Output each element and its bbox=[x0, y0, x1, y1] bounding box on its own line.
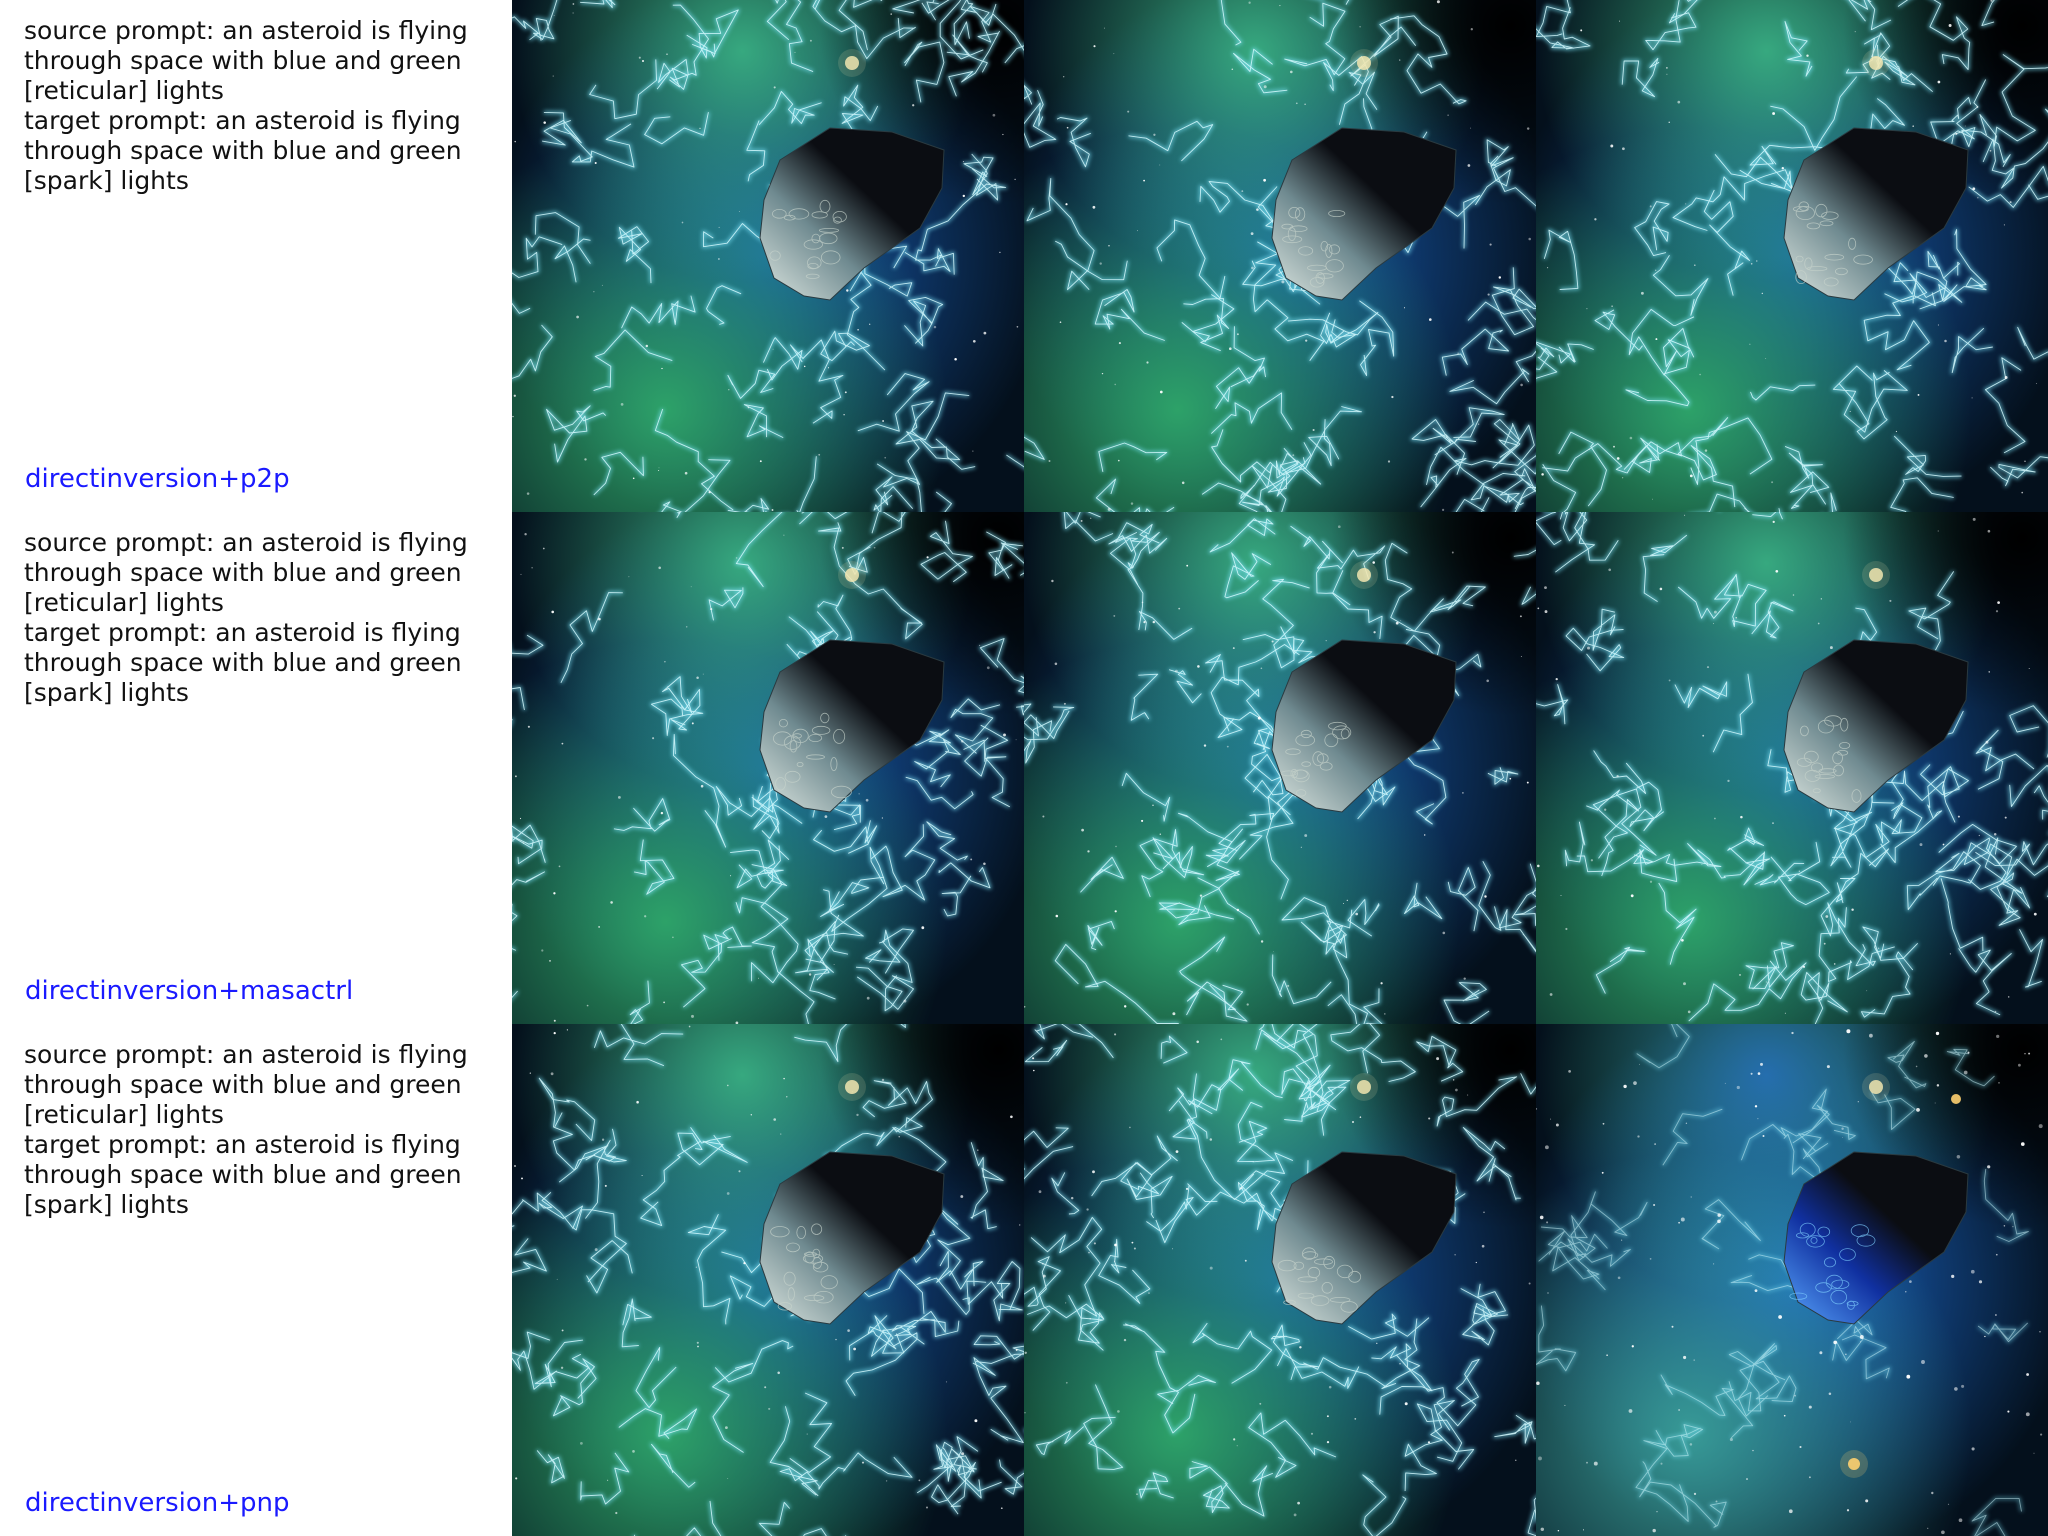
target-prompt: target prompt: an asteroid is flying thr… bbox=[24, 106, 470, 195]
prompt-text: source prompt: an asteroid is flying thr… bbox=[24, 16, 480, 196]
reconstruction-image: asteroid in blue and green nebula bbox=[1024, 1024, 1536, 1536]
prompt-text: source prompt: an asteroid is flying thr… bbox=[24, 528, 480, 708]
comparison-grid: source prompt: an asteroid is flying thr… bbox=[0, 0, 2048, 1536]
method-label: directinversion+p2p bbox=[25, 464, 290, 494]
source-prompt: source prompt: an asteroid is flying thr… bbox=[24, 528, 476, 617]
source-image: asteroid in blue and green nebula with r… bbox=[512, 0, 1024, 512]
comparison-row-1: source prompt: an asteroid is flying thr… bbox=[0, 0, 2048, 512]
row-caption: source prompt: an asteroid is flying thr… bbox=[0, 512, 512, 1024]
edited-image: asteroid in blue and green nebula bbox=[1536, 512, 2048, 1024]
reconstruction-image: asteroid in blue and green nebula bbox=[1024, 512, 1536, 1024]
target-prompt: target prompt: an asteroid is flying thr… bbox=[24, 618, 470, 707]
comparison-row-2: source prompt: an asteroid is flying thr… bbox=[0, 512, 2048, 1024]
row-caption: source prompt: an asteroid is flying thr… bbox=[0, 1024, 512, 1536]
target-prompt: target prompt: an asteroid is flying thr… bbox=[24, 1130, 470, 1219]
nebula-scene: asteroid in blue and green nebula with r… bbox=[512, 512, 1024, 1024]
nebula-scene: asteroid in blue and green nebula bbox=[1536, 512, 2048, 1024]
nebula-scene: asteroid in blue and green nebula bbox=[1024, 1024, 1536, 1536]
source-image: asteroid in blue and green nebula with r… bbox=[512, 512, 1024, 1024]
nebula-scene: asteroid in blue and green nebula with r… bbox=[512, 0, 1024, 512]
comparison-row-3: source prompt: an asteroid is flying thr… bbox=[0, 1024, 2048, 1536]
nebula-scene: asteroid in blue and green nebula with r… bbox=[512, 1024, 1024, 1536]
edited-image: asteroid in blue and green nebula with s… bbox=[1536, 0, 2048, 512]
reconstruction-image: asteroid in blue and green nebula bbox=[1024, 0, 1536, 512]
source-prompt: source prompt: an asteroid is flying thr… bbox=[24, 1040, 476, 1129]
nebula-scene: asteroid in blue and green nebula with s… bbox=[1536, 0, 2048, 512]
row-caption: source prompt: an asteroid is flying thr… bbox=[0, 0, 512, 512]
source-prompt: source prompt: an asteroid is flying thr… bbox=[24, 16, 476, 105]
nebula-scene: asteroid in blue nebula with sparkling s… bbox=[1536, 1024, 2048, 1536]
prompt-text: source prompt: an asteroid is flying thr… bbox=[24, 1040, 480, 1220]
nebula-scene: asteroid in blue and green nebula bbox=[1024, 512, 1536, 1024]
source-image: asteroid in blue and green nebula with r… bbox=[512, 1024, 1024, 1536]
method-label: directinversion+masactrl bbox=[25, 976, 354, 1006]
method-label: directinversion+pnp bbox=[25, 1488, 290, 1518]
edited-image: asteroid in blue nebula with sparkling s… bbox=[1536, 1024, 2048, 1536]
nebula-scene: asteroid in blue and green nebula bbox=[1024, 0, 1536, 512]
